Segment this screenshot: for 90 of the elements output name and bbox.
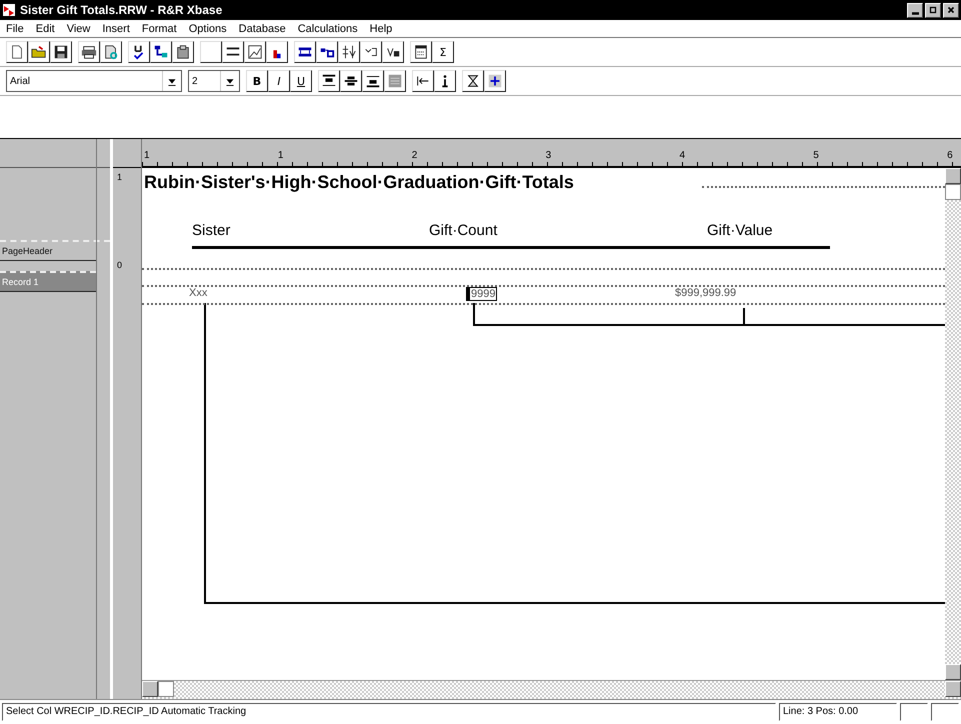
ruler-number: 1	[144, 150, 151, 163]
field-list-icon	[153, 44, 169, 60]
toolbar-button[interactable]	[384, 70, 406, 92]
menu-item[interactable]: Format	[142, 22, 177, 34]
page-icon	[9, 44, 25, 60]
restore-button[interactable]	[925, 2, 941, 18]
toolbar-button[interactable]	[360, 41, 382, 63]
close-icon	[946, 5, 956, 15]
menu-item[interactable]: View	[66, 22, 90, 34]
printer-icon	[81, 44, 97, 60]
folder-icon	[31, 44, 47, 60]
report-field[interactable]: Xxx	[188, 287, 208, 299]
report-title: Rubin·Sister's·High·School·Graduation·Gift·Totals	[144, 172, 574, 193]
status-panel	[900, 703, 928, 721]
toolbar-button[interactable]	[412, 70, 434, 92]
table-icon	[413, 44, 429, 60]
toolbar-button[interactable]	[434, 70, 456, 92]
ruler-number: 4	[679, 150, 686, 163]
minimize-button[interactable]	[907, 2, 923, 18]
sort-icon	[341, 44, 357, 60]
picture-icon	[247, 44, 263, 60]
toolbar-button[interactable]	[172, 41, 194, 63]
scroll-thumb[interactable]	[158, 681, 174, 697]
ruler-number: 1	[278, 150, 284, 163]
menu-item[interactable]: File	[6, 22, 24, 34]
font-field[interactable]: Arial	[6, 70, 182, 92]
bold-button[interactable]: B	[246, 70, 268, 92]
report-field[interactable]: 9999	[466, 287, 498, 301]
toolbar-button[interactable]	[266, 41, 288, 63]
minimize-icon	[912, 12, 918, 14]
horizontal-scrollbar[interactable]	[142, 680, 961, 699]
menu-item[interactable]: Edit	[36, 22, 55, 34]
ruler-number: 3	[546, 150, 552, 163]
band-label[interactable]: Record 1	[0, 271, 96, 292]
toolbar-button[interactable]	[340, 70, 362, 92]
report-field[interactable]: $999,999.99	[674, 287, 738, 299]
window-title: Sister Gift Totals.RRW - R&R Xbase	[20, 3, 224, 17]
restore-icon	[928, 5, 938, 15]
toolbar-button[interactable]	[362, 70, 384, 92]
menu-item[interactable]: Calculations	[298, 22, 358, 34]
toolbar-button[interactable]	[6, 41, 28, 63]
menu-item[interactable]: Help	[370, 22, 392, 34]
italic-button[interactable]: I	[268, 70, 290, 92]
toolbar-button[interactable]	[50, 41, 72, 63]
scroll-thumb[interactable]	[945, 184, 961, 200]
vertical-scrollbar[interactable]	[945, 168, 961, 680]
toolbar-button[interactable]	[222, 41, 244, 63]
toolbar-button[interactable]	[150, 41, 172, 63]
grid-icon	[487, 73, 503, 89]
ruler-number: 1	[117, 172, 124, 182]
toolbar-button[interactable]	[78, 41, 100, 63]
toolbar-button[interactable]	[28, 41, 50, 63]
toolbar-button[interactable]	[318, 70, 340, 92]
toolbar-button[interactable]	[294, 41, 316, 63]
toolbar-button[interactable]	[316, 41, 338, 63]
scroll-down-button[interactable]	[945, 664, 961, 680]
toolbar-button[interactable]	[410, 41, 432, 63]
status-panel	[931, 703, 959, 721]
toolbar-button[interactable]	[200, 41, 222, 63]
ruler-number: 2	[412, 150, 418, 163]
cursor-position: Line: 3 Pos: 0.00	[779, 703, 897, 721]
preview-icon	[103, 44, 119, 60]
scroll-up-button[interactable]	[945, 168, 961, 184]
ruler-number: 0	[117, 260, 124, 270]
menu-item[interactable]: Insert	[102, 22, 130, 34]
hourglass-icon	[465, 73, 481, 89]
align-bottom-icon	[365, 73, 381, 89]
toolbar-button[interactable]	[484, 70, 506, 92]
sum-button[interactable]: Σ	[432, 41, 454, 63]
menu-item[interactable]: Database	[238, 22, 286, 34]
toolbar-button[interactable]	[462, 70, 484, 92]
ruler-number: 6	[947, 150, 954, 163]
band-label[interactable]: PageHeader	[0, 242, 96, 261]
align-top-icon	[321, 73, 337, 89]
justify-icon	[387, 73, 403, 89]
toolbar-button[interactable]	[100, 41, 122, 63]
menu-item[interactable]: Options	[188, 22, 227, 34]
toolbar-button[interactable]	[244, 41, 266, 63]
app-icon	[2, 3, 16, 17]
clipboard-icon	[175, 44, 191, 60]
scroll-right-button[interactable]	[945, 681, 961, 697]
status-message: Select Col WRECIP_ID.RECIP_ID Automatic Tracking	[2, 703, 776, 721]
font-size-field[interactable]: 2	[188, 70, 240, 92]
close-button[interactable]	[943, 2, 959, 18]
ruler-number: 5	[813, 150, 820, 163]
toolbar-button[interactable]	[382, 41, 404, 63]
toolbar-button[interactable]	[128, 41, 150, 63]
underline-button[interactable]: U	[290, 70, 312, 92]
scroll-left-button[interactable]	[142, 681, 158, 697]
toolbar-button[interactable]	[338, 41, 360, 63]
